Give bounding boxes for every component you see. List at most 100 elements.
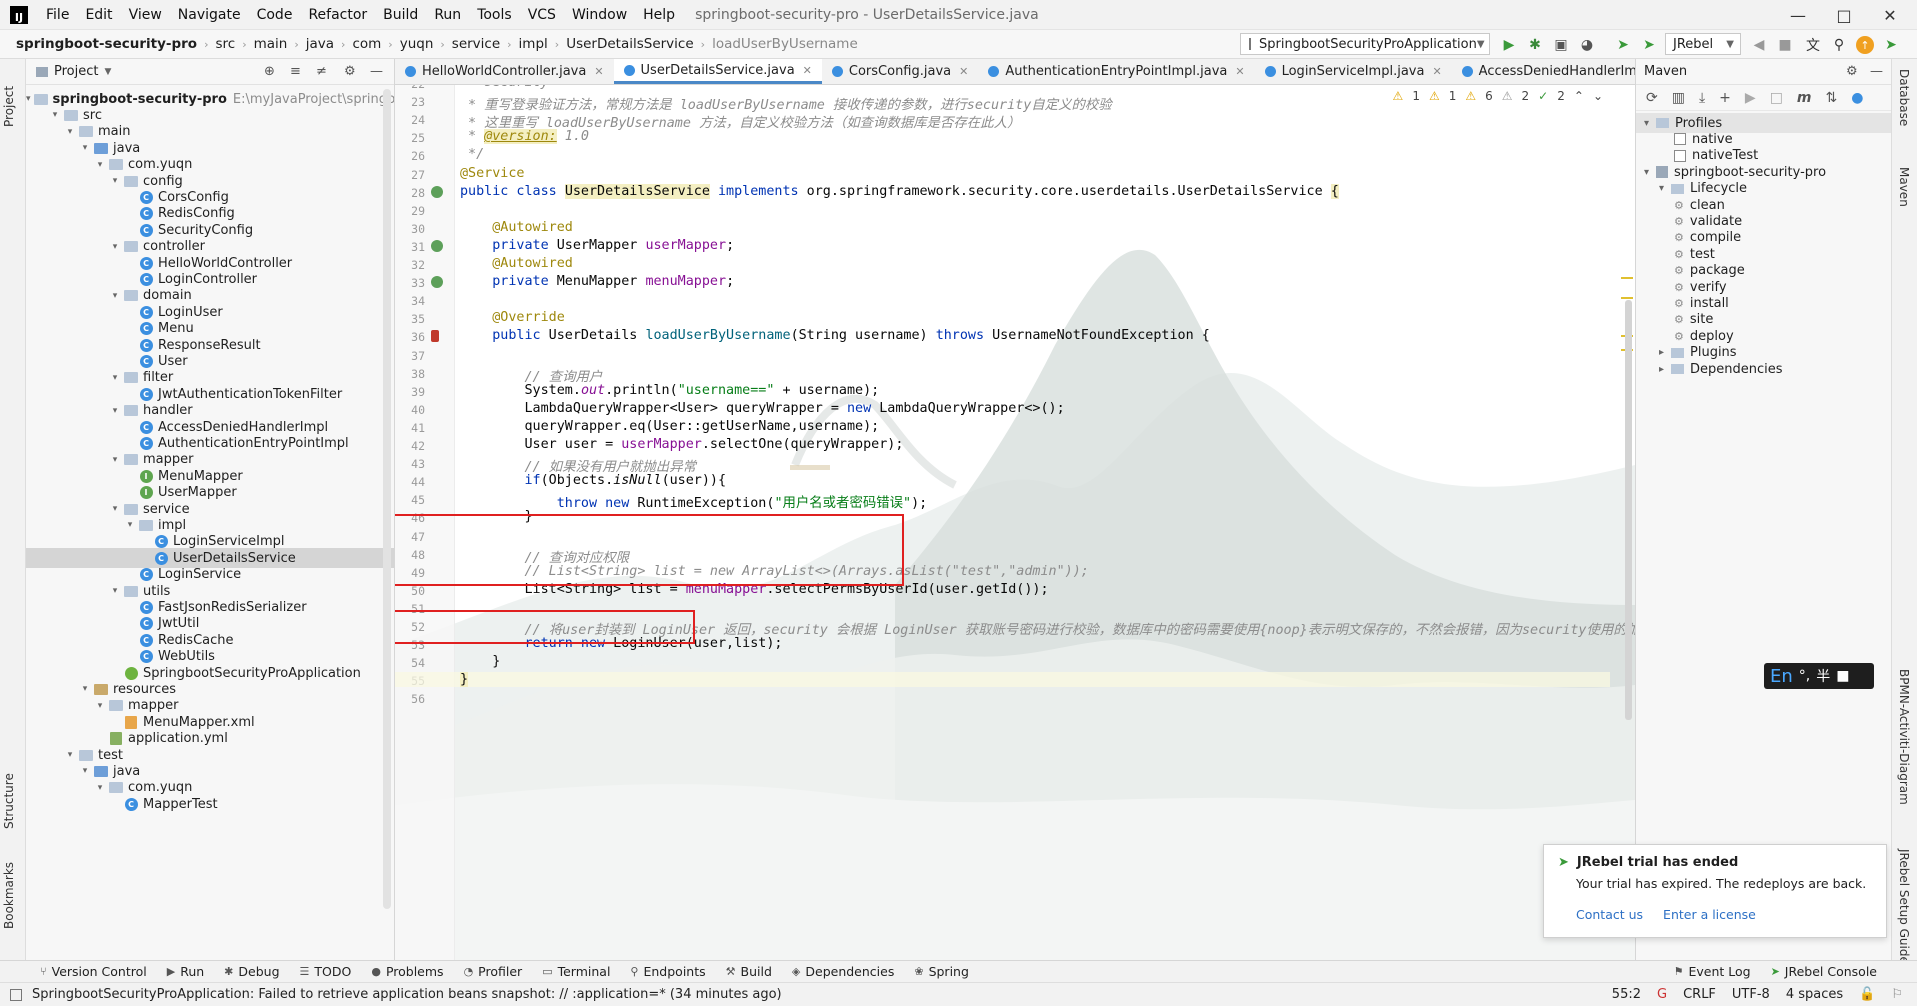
chevron-down-icon[interactable]: ▾ — [79, 766, 91, 776]
code-line[interactable]: * 重写登录验证方法，常规方法是 loadUserByUsername 接收传递… — [460, 93, 1112, 113]
toolwindow-jrebel-console[interactable]: ➤ JRebel Console — [1761, 964, 1887, 979]
chevron-up-icon[interactable]: ⌃ — [1574, 89, 1584, 103]
breadcrumb-item[interactable]: service — [452, 36, 500, 52]
checkbox-icon[interactable] — [1674, 133, 1686, 146]
chevron-down-icon[interactable]: ▾ — [79, 143, 91, 153]
bean-icon[interactable] — [431, 276, 443, 289]
settings-gear-icon[interactable]: ⚙ — [1846, 64, 1858, 79]
override-icon[interactable] — [431, 330, 439, 343]
contact-us-link[interactable]: Contact us — [1576, 907, 1643, 922]
chevron-down-icon[interactable]: ▾ — [94, 783, 106, 793]
code-line[interactable]: * @version: 1.0 — [460, 129, 589, 145]
code-line[interactable]: private MenuMapper menuMapper; — [460, 274, 734, 289]
code-line[interactable]: } — [460, 654, 500, 669]
chevron-down-icon[interactable]: ▾ — [1644, 167, 1656, 178]
close-icon[interactable]: ✕ — [1867, 0, 1913, 30]
tab-corsconfig[interactable]: CorsConfig.java ✕ — [822, 59, 978, 84]
database-tool-tab[interactable]: Database — [1897, 69, 1911, 139]
chevron-down-icon[interactable]: ▾ — [109, 406, 121, 416]
code-line[interactable]: User user = userMapper.selectOne(queryWr… — [460, 437, 903, 452]
menu-item-edit[interactable]: Edit — [77, 7, 120, 23]
toolwindow-build[interactable]: ⚒ Build — [716, 964, 782, 979]
update-icon[interactable]: ◀ — [1750, 36, 1768, 54]
stop-icon[interactable]: ■ — [1776, 36, 1794, 54]
jrebel-debug-icon[interactable]: ➤ — [1640, 36, 1658, 54]
tab-userdetailsservice[interactable]: UserDetailsService.java ✕ — [613, 59, 822, 84]
checkbox-icon[interactable] — [1674, 149, 1686, 162]
chevron-down-icon[interactable]: ▾ — [94, 701, 106, 711]
jrebel-dropdown[interactable]: JRebel ▼ — [1665, 33, 1741, 55]
show-deps-icon[interactable]: ● — [1851, 90, 1863, 106]
menu-item-run[interactable]: Run — [426, 7, 469, 23]
chevron-down-icon[interactable]: ▾ — [94, 160, 106, 170]
jrebel-logo-icon[interactable]: ➤ — [1882, 36, 1900, 54]
code-line[interactable]: @Service — [460, 166, 525, 181]
close-tab-icon[interactable]: ✕ — [1432, 65, 1441, 78]
code-line[interactable]: @Autowired — [460, 256, 573, 271]
tab-accessdeniedhandlerimpl[interactable]: AccessDeniedHandlerImpl.java✕ — [1452, 59, 1635, 84]
chevron-down-icon[interactable]: ▾ — [109, 242, 121, 252]
editor-scrollbar[interactable] — [1621, 85, 1635, 960]
close-tab-icon[interactable]: ✕ — [1235, 65, 1244, 78]
code-line[interactable]: * security — [460, 85, 549, 90]
chevron-right-icon[interactable]: ▸ — [1659, 347, 1671, 358]
run-configuration-dropdown[interactable]: SpringbootSecurityProApplication ▼ — [1240, 33, 1490, 55]
toolwindow-spring[interactable]: ❀ Spring — [904, 964, 979, 979]
toolwindow-terminal[interactable]: ▭ Terminal — [532, 964, 620, 979]
indent-setting[interactable]: 4 spaces — [1778, 987, 1851, 1002]
breadcrumb-item[interactable]: UserDetailsService — [566, 36, 693, 52]
breadcrumb-item[interactable]: loadUserByUsername — [712, 36, 858, 52]
code-line[interactable]: */ — [460, 147, 484, 162]
menu-item-window[interactable]: Window — [564, 7, 635, 23]
expand-all-icon[interactable]: ≡ — [290, 64, 301, 79]
code-line[interactable]: throw new RuntimeException("用户名或者密码错误"); — [460, 491, 927, 511]
structure-tool-tab[interactable]: Structure — [2, 759, 16, 829]
bookmarks-tool-tab[interactable]: Bookmarks — [2, 849, 16, 929]
bean-icon[interactable] — [431, 185, 443, 198]
code-line[interactable]: * 这里重写 loadUserByUsername 方法，自定义校验方法（如查询… — [460, 111, 1020, 131]
breadcrumb-item[interactable]: com — [352, 36, 381, 52]
hide-panel-icon[interactable]: — — [1870, 64, 1883, 79]
chevron-down-icon[interactable]: ▾ — [64, 750, 76, 760]
chevron-down-icon[interactable]: ▾ — [109, 373, 121, 383]
maximize-icon[interactable]: □ — [1821, 0, 1867, 30]
code-line[interactable]: // 查询用户 — [460, 365, 603, 385]
hide-panel-icon[interactable]: — — [370, 64, 383, 79]
chevron-right-icon[interactable]: ▸ — [1659, 364, 1671, 375]
enter-license-link[interactable]: Enter a license — [1663, 907, 1756, 922]
menu-item-refactor[interactable]: Refactor — [300, 7, 375, 23]
menu-item-code[interactable]: Code — [249, 7, 301, 23]
code-editor[interactable]: 2223242526272829303132333435363738394041… — [395, 85, 1635, 960]
maven-m-icon[interactable]: m — [1797, 90, 1812, 106]
inspection-widget[interactable]: ⚠ 1 ⚠ 1 ⚠ 6 ⚠ 2 ✓ 2 ⌃ ⌄ — [1393, 89, 1603, 103]
locate-file-icon[interactable]: ⊕ — [264, 64, 275, 79]
chevron-down-icon[interactable]: ▾ — [109, 291, 121, 301]
toolwindow-todo[interactable]: ☰ TODO — [290, 964, 362, 979]
caret-position[interactable]: 55:2 — [1604, 987, 1649, 1002]
code-line[interactable]: System.out.println("username==" + userna… — [460, 383, 879, 398]
breadcrumb-item[interactable]: springboot-security-pro — [16, 36, 197, 52]
code-line[interactable]: } — [395, 672, 1610, 688]
chevron-down-icon[interactable]: ▾ — [1659, 183, 1671, 194]
close-tab-icon[interactable]: ✕ — [803, 64, 812, 77]
close-tab-icon[interactable]: ✕ — [959, 65, 968, 78]
menu-item-file[interactable]: File — [38, 7, 77, 23]
chevron-down-icon[interactable]: ▾ — [109, 455, 121, 465]
toolwindow-version-control[interactable]: ⑂ Version Control — [30, 964, 157, 979]
code-line[interactable]: @Autowired — [460, 220, 573, 235]
download-icon[interactable]: ⤓ — [1699, 90, 1705, 106]
menu-item-view[interactable]: View — [121, 7, 170, 23]
jrebel-run-icon[interactable]: ➤ — [1614, 36, 1632, 54]
code-line[interactable]: private UserMapper userMapper; — [460, 238, 734, 253]
minimize-icon[interactable]: — — [1775, 0, 1821, 30]
skip-tests-icon[interactable]: ⇅ — [1826, 90, 1838, 106]
file-encoding[interactable]: UTF-8 — [1724, 987, 1778, 1002]
breadcrumb-item[interactable]: src — [215, 36, 235, 52]
collapse-all-icon[interactable]: ≠ — [316, 64, 327, 79]
chevron-down-icon[interactable]: ▾ — [124, 520, 136, 530]
settings-gear-icon[interactable]: ⚙ — [344, 64, 356, 79]
menu-item-help[interactable]: Help — [635, 7, 683, 23]
tab-authenticationentrypointimpl[interactable]: AuthenticationEntryPointImpl.java ✕ — [978, 59, 1254, 84]
toolwindow-debug[interactable]: ✱ Debug — [214, 964, 289, 979]
tab-helloworldcontroller[interactable]: HelloWorldController.java ✕ — [395, 59, 614, 84]
